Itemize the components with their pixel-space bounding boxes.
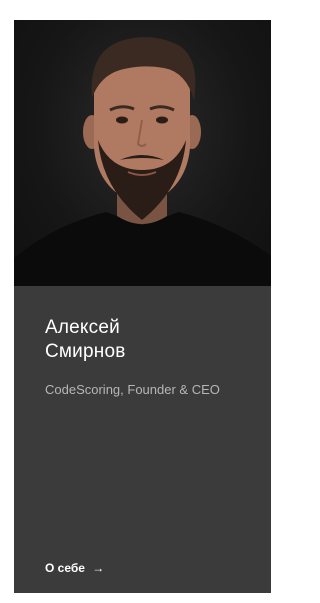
speaker-name: Алексей Смирнов xyxy=(45,316,245,364)
about-link-label: О себе xyxy=(45,561,85,575)
speaker-first-name: Алексей xyxy=(45,317,120,338)
portrait-icon xyxy=(14,37,271,286)
speaker-role: CodeScoring, Founder & CEO xyxy=(45,382,220,397)
about-link[interactable]: О себе → xyxy=(45,561,104,575)
speaker-photo xyxy=(14,20,271,286)
arrow-right-icon: → xyxy=(92,561,105,575)
speaker-card[interactable]: Алексей Смирнов CodeScoring, Founder & C… xyxy=(14,20,271,593)
speaker-info: Алексей Смирнов CodeScoring, Founder & C… xyxy=(14,286,271,593)
speaker-last-name: Смирнов xyxy=(45,341,126,362)
